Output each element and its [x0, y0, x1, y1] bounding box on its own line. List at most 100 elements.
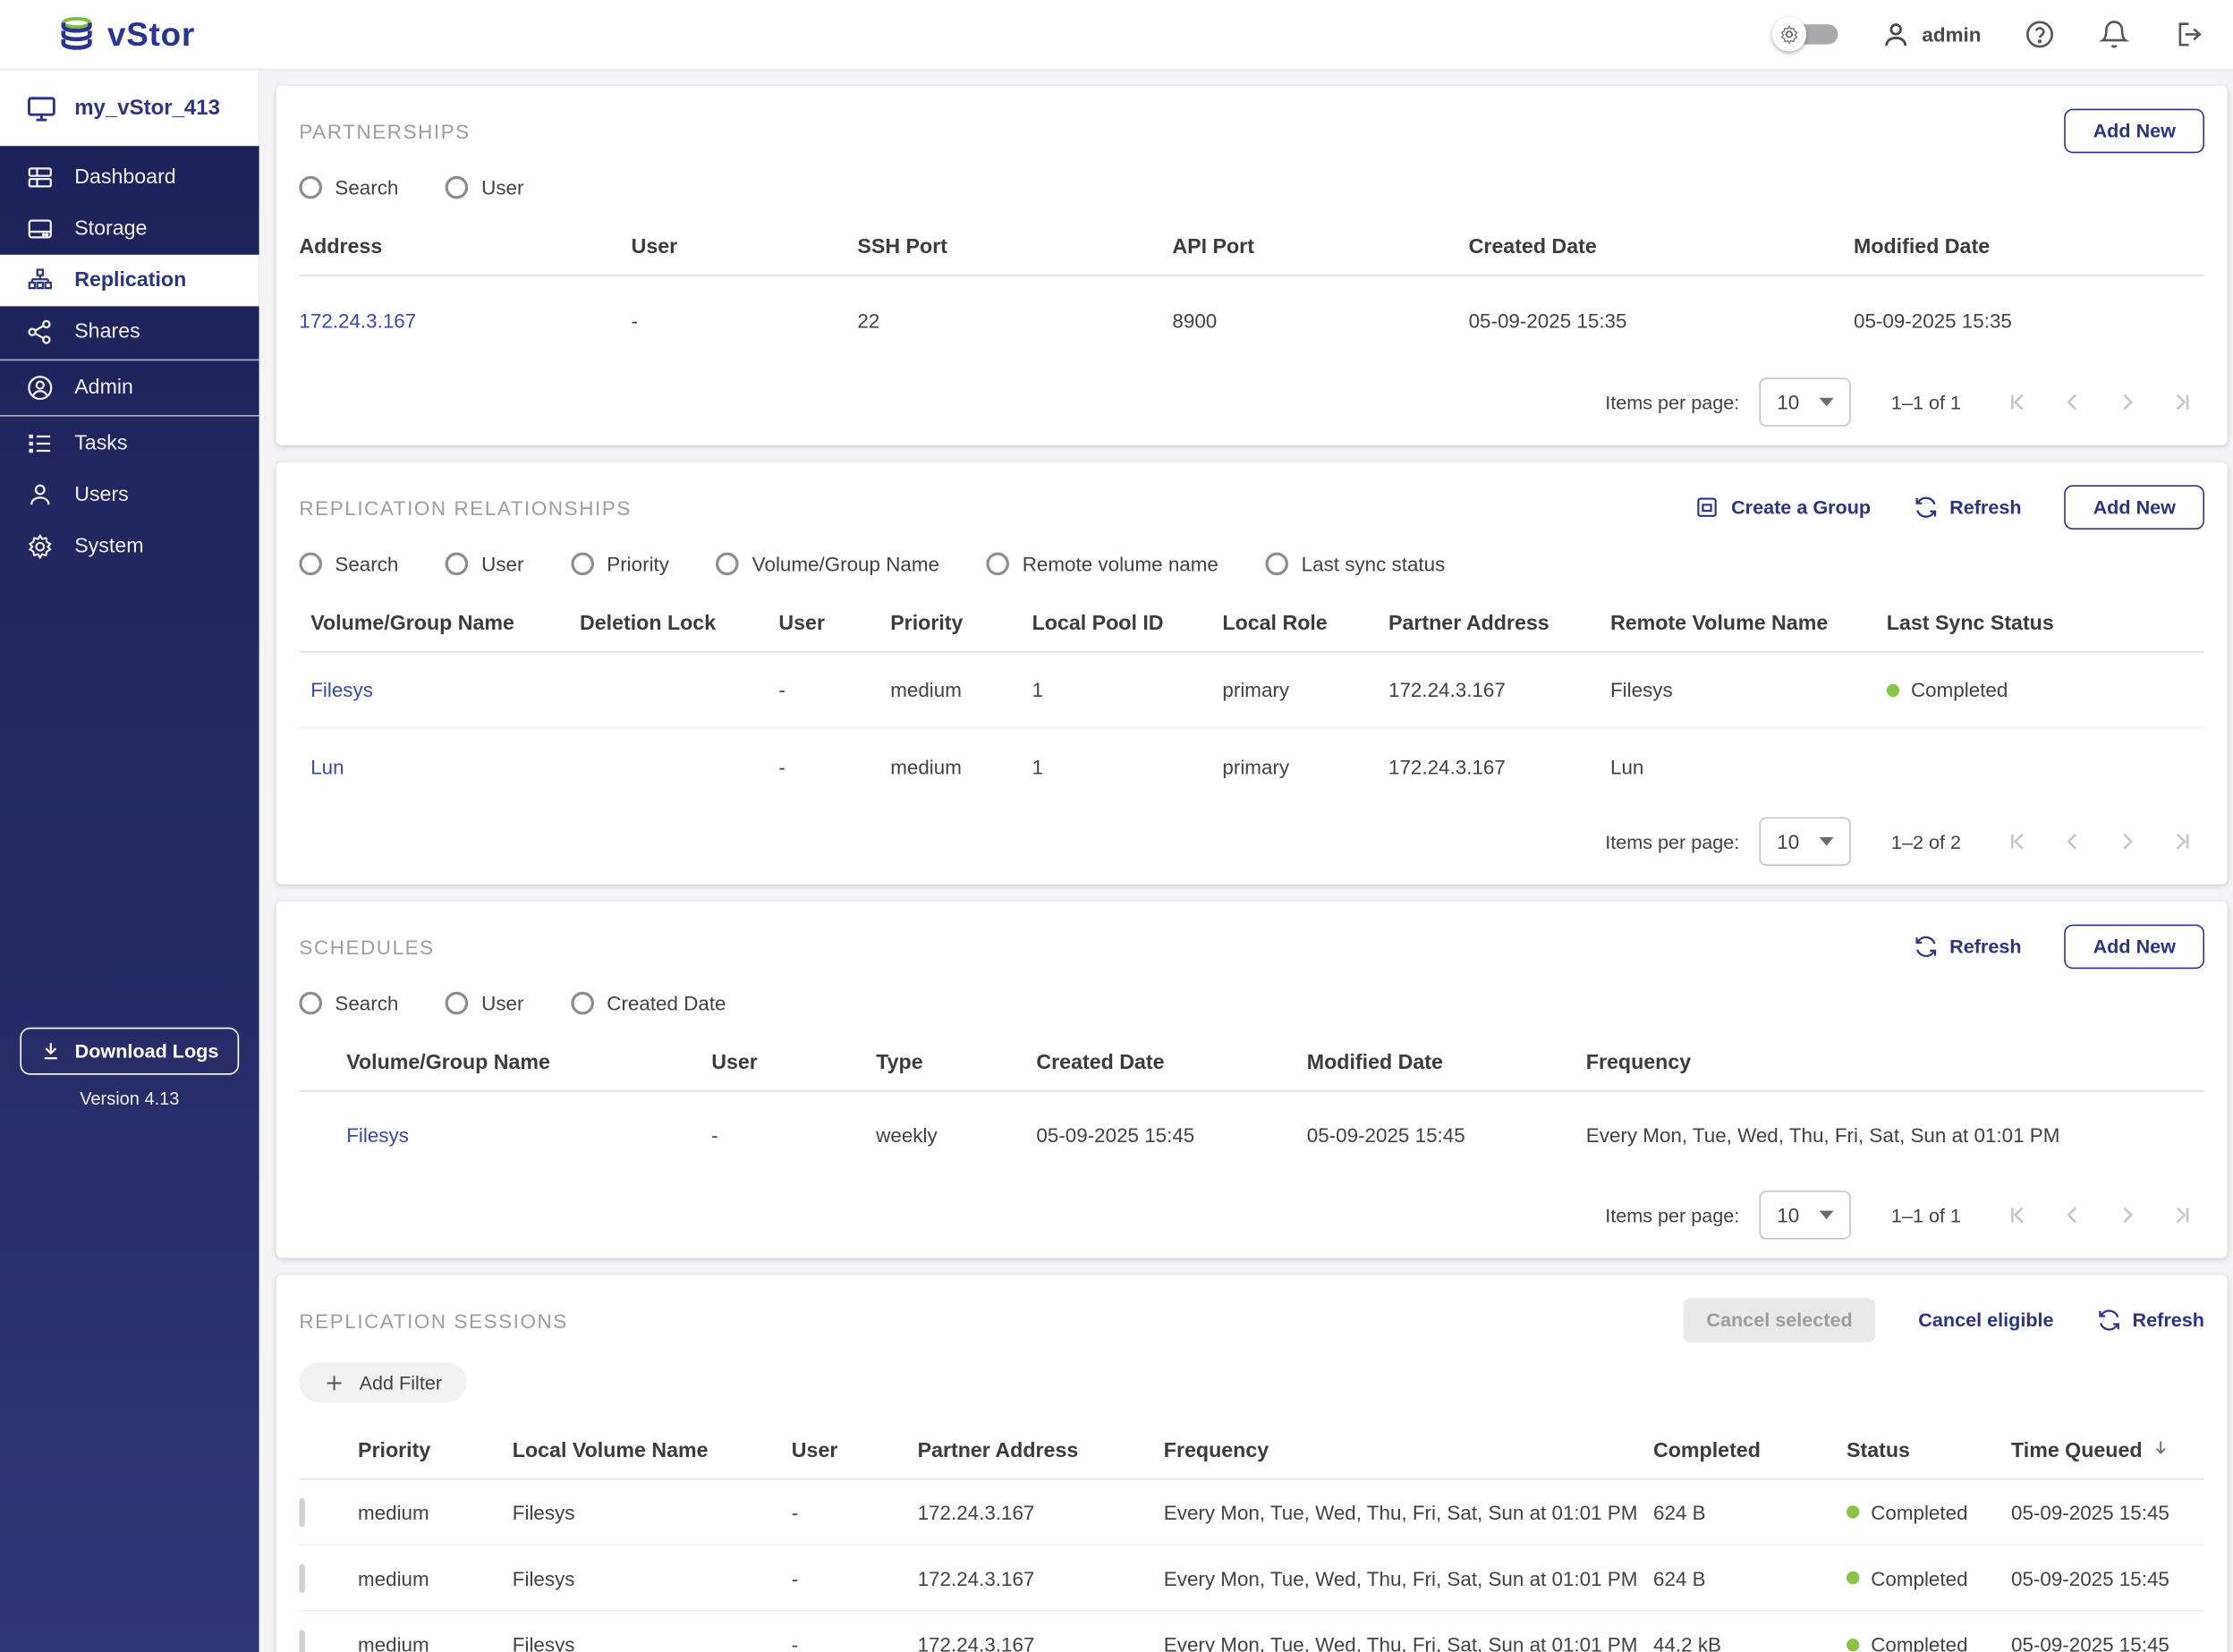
sidebar-item-dashboard[interactable]: Dashboard [0, 152, 259, 204]
radio-icon [716, 552, 740, 576]
sort-descending-icon [2151, 1440, 2169, 1463]
filter-label: Search [335, 175, 399, 199]
storage-icon [28, 219, 52, 239]
page-size-select[interactable]: 10 [1759, 377, 1852, 427]
sidebar-item-shares[interactable]: Shares [0, 306, 259, 358]
first-page-button[interactable] [2004, 1200, 2033, 1229]
column-header-sortable[interactable]: Time Queued [2011, 1438, 2204, 1462]
create-group-label: Create a Group [1731, 496, 1872, 519]
next-page-button[interactable] [2113, 827, 2142, 856]
filter-radio-priority[interactable]: Priority [571, 552, 669, 576]
previous-page-button[interactable] [2059, 1200, 2087, 1229]
help-button[interactable] [2024, 19, 2055, 50]
column-header: API Port [1172, 235, 1254, 258]
volume-group-link[interactable]: Filesys [310, 678, 580, 701]
filter-radio-search[interactable]: Search [299, 552, 398, 576]
filter-label: Volume/Group Name [751, 552, 939, 576]
partnerships-filters: Search User [299, 175, 2204, 199]
sidebar-item-storage[interactable]: Storage [0, 203, 259, 255]
table-row: medium Filesys - 172.24.3.167 Every Mon,… [299, 1479, 2205, 1546]
previous-page-button[interactable] [2059, 388, 2087, 417]
cell-frequency: Every Mon, Tue, Wed, Thu, Fri, Sat, Sun … [1163, 1632, 1638, 1652]
schedules-refresh-button[interactable]: Refresh [1914, 935, 2022, 959]
next-page-button[interactable] [2113, 1200, 2142, 1229]
theme-toggle[interactable] [1771, 17, 1838, 52]
column-header: Local Role [1222, 612, 1328, 635]
row-checkbox[interactable] [299, 1630, 305, 1652]
filter-radio-user[interactable]: User [446, 175, 523, 199]
last-page-button[interactable] [2167, 827, 2195, 856]
cell-frequency: Every Mon, Tue, Wed, Thu, Fri, Sat, Sun … [1163, 1566, 1638, 1589]
column-header: Created Date [1036, 1051, 1165, 1074]
relationships-add-new-button[interactable]: Add New [2064, 485, 2204, 529]
previous-page-button[interactable] [2059, 827, 2087, 856]
sidebar-item-system[interactable]: System [0, 521, 259, 572]
radio-icon [446, 991, 469, 1015]
download-logs-button[interactable]: Download Logs [20, 1027, 239, 1075]
logout-button[interactable] [2173, 19, 2204, 50]
table-row: Filesys - weekly 05-09-2025 15:45 05-09-… [299, 1092, 2204, 1178]
first-page-button[interactable] [2004, 827, 2033, 856]
sidebar-item-label: Storage [74, 217, 148, 241]
cancel-selected-button[interactable]: Cancel selected [1683, 1298, 1876, 1343]
vstor-database-icon [61, 16, 92, 49]
sidebar-item-users[interactable]: Users [0, 470, 259, 521]
sidebar-divider [0, 359, 259, 361]
monitor-icon [28, 96, 55, 121]
cell-priority: medium [890, 678, 962, 701]
cell-completed: 44.2 kB [1653, 1632, 1721, 1652]
admin-icon [28, 376, 53, 401]
bell-icon [2098, 21, 2130, 48]
refresh-icon [2098, 1309, 2119, 1331]
status-dot-icon [1847, 1638, 1860, 1651]
cancel-eligible-button[interactable]: Cancel eligible [1918, 1309, 2053, 1331]
last-page-button[interactable] [2167, 1200, 2195, 1229]
partnerships-table: Address User SSH Port API Port Created D… [299, 219, 2205, 365]
add-filter-button[interactable]: Add Filter [299, 1362, 467, 1402]
row-checkbox[interactable] [299, 1497, 305, 1527]
radio-icon [299, 552, 322, 576]
cell-local-role: primary [1222, 678, 1290, 701]
page-size-select[interactable]: 10 [1759, 817, 1852, 866]
sessions-refresh-button[interactable]: Refresh [2097, 1308, 2204, 1332]
partnerships-add-new-button[interactable]: Add New [2064, 108, 2204, 154]
plus-icon [327, 1375, 342, 1390]
sidebar-item-replication[interactable]: Replication [0, 254, 259, 307]
filter-radio-search[interactable]: Search [299, 991, 398, 1015]
volume-group-link[interactable]: Filesys [346, 1123, 711, 1147]
user-menu[interactable]: admin [1881, 20, 1981, 50]
filter-radio-last-sync-status[interactable]: Last sync status [1265, 552, 1445, 576]
page-size-value: 10 [1777, 390, 1800, 414]
table-row: medium Filesys - 172.24.3.167 Every Mon,… [299, 1612, 2204, 1652]
sidebar-item-tasks[interactable]: Tasks [0, 418, 259, 470]
sidebar-item-admin[interactable]: Admin [0, 362, 259, 414]
column-header: Modified Date [1854, 235, 1991, 258]
page-range-label: 1–2 of 2 [1890, 830, 1961, 852]
radio-icon [446, 175, 469, 199]
schedules-filters: Search User Created Date [299, 991, 2204, 1015]
next-page-button[interactable] [2113, 388, 2142, 417]
radio-icon [299, 991, 322, 1015]
header-actions: admin [1771, 17, 2204, 52]
row-checkbox[interactable] [299, 1563, 305, 1593]
filter-radio-user[interactable]: User [446, 991, 523, 1015]
relationships-refresh-button[interactable]: Refresh [1914, 496, 2022, 520]
last-page-button[interactable] [2167, 388, 2195, 417]
create-group-button[interactable]: Create a Group [1695, 496, 1871, 520]
first-page-button[interactable] [2004, 388, 2033, 417]
filter-radio-created-date[interactable]: Created Date [571, 991, 726, 1015]
column-header: Partner Address [1388, 612, 1550, 635]
volume-group-link[interactable]: Lun [310, 755, 580, 778]
partnerships-card: PARTNERSHIPS Add New Search User Address… [276, 86, 2228, 445]
cell-local-volume-name: Filesys [512, 1566, 575, 1589]
column-header: Partner Address [917, 1438, 1079, 1462]
page-size-select[interactable]: 10 [1759, 1190, 1852, 1240]
filter-radio-user[interactable]: User [446, 552, 523, 576]
filter-radio-search[interactable]: Search [299, 175, 399, 199]
filter-radio-remote-volume-name[interactable]: Remote volume name [986, 552, 1218, 576]
schedules-add-new-button[interactable]: Add New [2064, 924, 2204, 970]
notifications-button[interactable] [2098, 19, 2130, 50]
partner-address-link[interactable]: 172.24.3.167 [299, 309, 631, 333]
items-per-page-label: Items per page: [1605, 1204, 1740, 1226]
filter-radio-volume-group-name[interactable]: Volume/Group Name [716, 552, 939, 576]
